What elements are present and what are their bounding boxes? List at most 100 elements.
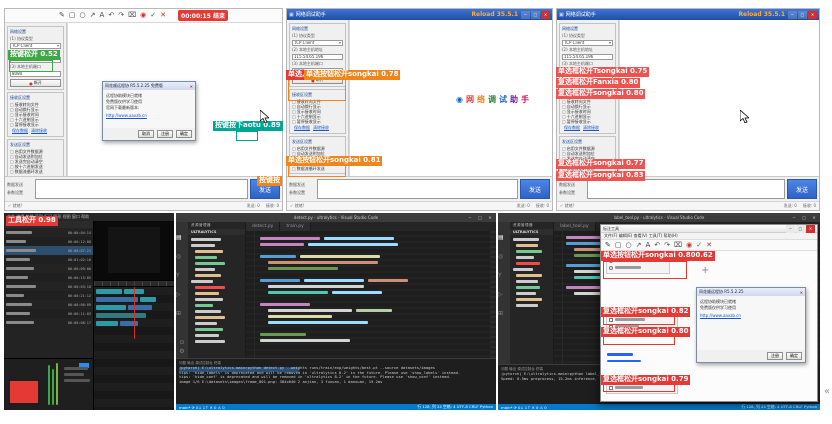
activity-icon[interactable]: Y [498,272,502,279]
toolbar-icon[interactable]: ○ [80,12,86,19]
clear-receive-link[interactable]: 清除接收 [313,125,329,131]
toolbar-icon[interactable]: ✓ [696,242,702,249]
clear-receive-link[interactable]: 清除接收 [583,125,599,131]
dialog-link[interactable]: http://www.aaxzb.cn [700,313,802,318]
activity-icon[interactable]: ▤ [176,234,182,241]
send-input[interactable] [35,179,248,199]
cursor-position-status[interactable]: 行 128, 列 24 空格: 4 UTF-8 CRLF Python [417,404,493,410]
window-control-button[interactable]: ✕ [808,11,817,19]
activity-icon[interactable]: ⚙ [179,349,184,355]
dialog-button[interactable]: 确定 [176,130,192,138]
toolbar-icon[interactable]: ✕ [160,12,166,19]
terminal-panel[interactable]: 问题 输出 调试控制台 终端 (pytorch) E:\ultralytics-… [176,358,496,404]
media-row[interactable]: 00:00:06:09 [4,300,93,309]
media-row[interactable]: 00:00:03:18 [4,282,93,291]
toolbar-icon[interactable]: ⌧ [674,242,682,249]
checkbox-option[interactable]: □ 数据流循环发送 [10,169,61,174]
window-control-button[interactable]: □ [531,11,540,19]
cursor-position-status[interactable]: 行 128, 列 24 空格: 4 UTF-8 CRLF Python [741,404,817,410]
protocol-select[interactable]: TCP Client ▾ [10,43,61,49]
media-row[interactable]: 00:00:04:14 [4,228,93,237]
media-row[interactable]: 00:00:12:08 [4,237,93,246]
send-button[interactable]: 发送 [787,179,817,199]
activity-icon[interactable]: ◎ [176,253,181,260]
dialog-button[interactable]: 注册 [157,130,173,138]
settings-label[interactable]: 参数设置 [289,190,315,196]
window-control-button[interactable]: ✕ [809,213,819,222]
media-row[interactable]: 00:00:07:21 [4,246,93,255]
media-row[interactable]: 00:00:15:05 [4,273,93,282]
save-data-link[interactable]: 保存数据 [564,125,580,131]
hyperlink-streak[interactable] [607,353,633,356]
editor-tab[interactable]: label_tool.py [554,222,596,231]
protocol-select[interactable]: TCP Client ▾ [292,40,343,46]
disconnect-button[interactable]: ● 断开 [10,79,61,87]
protocol-select[interactable]: TCP Client ▾ [562,40,613,46]
window-control-button[interactable]: ✕ [541,11,550,19]
save-data-link[interactable]: 保存数据 [12,128,28,134]
editor-tab[interactable]: train.py [280,222,310,231]
toolbar-icon[interactable]: ▢ [69,12,76,19]
dialog-link[interactable]: http://www.aaxzb.cn [106,113,192,118]
menu-bar[interactable]: 文件(F) 编辑(E) 查看(V) 工具(T) 帮助(H) [601,233,817,240]
activity-icon[interactable]: ▷ [498,291,503,298]
toolbar-icon[interactable]: ↷ [118,12,124,19]
toolbar-icon[interactable]: A [100,12,105,19]
toolbar-icon[interactable]: ◉ [686,242,692,249]
dialog-button[interactable]: 注册 [767,352,783,360]
collapse-chevron-icon[interactable]: « [824,386,830,397]
settings-label[interactable]: 参数设置 [559,190,585,196]
activity-icon[interactable]: ⊞ [498,310,503,317]
toolbar-icon[interactable]: ◉ [140,12,146,19]
settings-label[interactable]: 参数设置 [7,190,33,196]
toolbar-icon[interactable]: ✎ [59,12,65,19]
window-control-button[interactable]: ─ [788,11,797,19]
git-branch-status[interactable]: main* ⟳ 0↓ 1↑ ✕ 0 ⚠ 0 [179,405,225,410]
ip-field[interactable]: 115.54.65.196 [292,54,343,60]
window-control-button[interactable]: ✕ [485,213,495,222]
toolbar-icon[interactable]: ↶ [108,12,114,19]
toolbar-icon[interactable]: ↗ [636,242,642,249]
media-row[interactable]: 00:00:09:00 [4,264,93,273]
activity-icon[interactable]: ◎ [498,253,503,260]
close-icon[interactable]: ✕ [190,84,193,89]
clear-receive-link[interactable]: 清除接收 [31,128,47,134]
checkbox-option[interactable]: □ 暂停接收显示 [562,119,613,124]
media-row[interactable]: 00:01:02:10 [4,255,93,264]
dialog-button[interactable]: 取消 [138,130,154,138]
activity-icon[interactable]: ⊙ [179,340,184,346]
send-button[interactable]: 发送 [520,179,550,199]
window-control-button[interactable]: □ [475,213,485,222]
window-control-button[interactable]: ─ [465,213,475,222]
toolbar-icon[interactable]: ○ [626,242,632,249]
send-input[interactable] [587,179,785,199]
dialog-button[interactable]: 确定 [786,352,802,360]
toolbar-icon[interactable]: ↶ [654,242,660,249]
media-row[interactable]: 00:00:21:12 [4,291,93,300]
recording-timer-badge[interactable]: 00:00:15 结束 [178,10,228,21]
media-row[interactable]: 00:00:08:17 [4,318,93,327]
activity-icon[interactable]: ▷ [176,291,181,298]
ip-field[interactable]: 115.54.65.196 [562,54,613,60]
checkbox-option[interactable]: □ 暂停接收显示 [292,119,343,124]
activity-icon[interactable]: ⊞ [176,310,181,317]
editor-tab[interactable]: detect.py [246,222,280,231]
window-control-button[interactable]: ─ [789,213,799,222]
window-control-button[interactable]: □ [799,213,809,222]
toolbar-icon[interactable]: A [645,242,650,249]
window-control-button[interactable]: □ [798,11,807,19]
toolbar-icon[interactable]: ↷ [664,242,670,249]
window-control-button[interactable]: ─ [521,11,530,19]
send-input[interactable] [317,179,518,199]
toolbar-icon[interactable]: ⌧ [128,12,136,19]
file-tree[interactable] [188,235,245,358]
code-editor[interactable] [246,231,496,358]
activity-icon[interactable]: Y [176,272,180,279]
checkbox-option[interactable]: □ 暂停接收显示 [10,122,61,127]
toolbar-icon[interactable]: ↗ [90,12,96,19]
window-control-button[interactable]: ─ [786,225,795,233]
timeline-tracks[interactable] [94,287,174,410]
git-branch-status[interactable]: main* ⟳ 0↓ 1↑ ✕ 0 ⚠ 0 [501,405,547,410]
window-control-button[interactable]: ✕ [806,225,815,233]
toolbar-icon[interactable]: ✓ [150,12,156,19]
